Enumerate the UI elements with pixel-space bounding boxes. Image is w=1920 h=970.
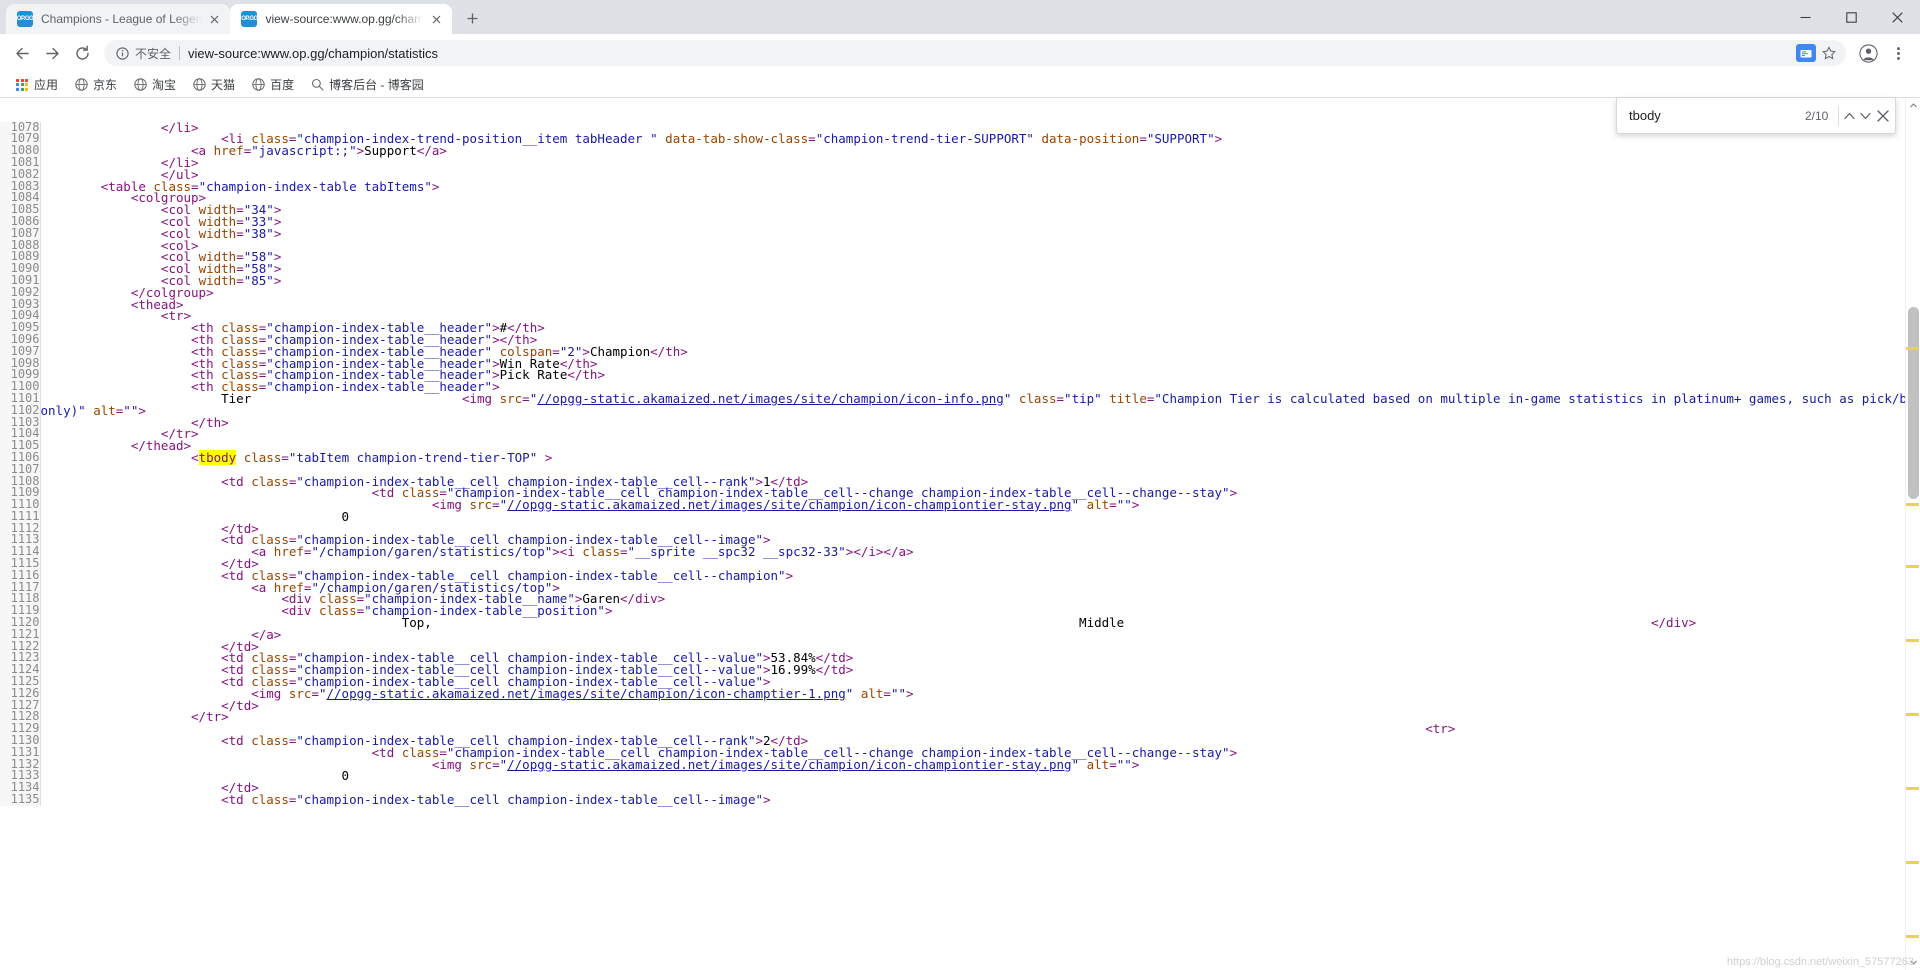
find-previous-button[interactable]: [1841, 102, 1858, 130]
tab-title: view-source:www.op.gg/cham: [265, 12, 424, 26]
bookmark-item-tmall[interactable]: 天猫: [185, 74, 242, 96]
omnibox-actions: [1788, 44, 1836, 62]
source-line[interactable]: </th>: [41, 417, 1906, 429]
source-line[interactable]: <col width="85">: [41, 275, 1906, 287]
find-divider: [1838, 106, 1839, 126]
globe-icon: [74, 78, 88, 92]
source-line[interactable]: <col width="33">: [41, 216, 1906, 228]
bookmark-label: 博客后台 - 博客园: [329, 76, 424, 93]
bookmark-label: 京东: [93, 76, 117, 93]
bookmark-label: 百度: [270, 76, 294, 93]
apps-grid-icon: [15, 78, 29, 92]
find-match-tick: [1906, 503, 1919, 506]
maximize-icon[interactable]: [1828, 0, 1874, 34]
source-line[interactable]: 0: [41, 511, 1906, 523]
bookmark-label: 淘宝: [152, 76, 176, 93]
info-circle-icon[interactable]: [114, 45, 130, 61]
globe-icon: [133, 78, 147, 92]
opgg-favicon-icon: OP.GG: [241, 11, 257, 27]
opgg-favicon-icon: OP.GG: [17, 11, 33, 27]
scrollbar-thumb[interactable]: [1908, 307, 1919, 499]
find-match-tick: [1906, 861, 1919, 864]
view-source-page: 1078107910801081108210831084108510861087…: [0, 98, 1920, 970]
source-table: 1078107910801081108210831084108510861087…: [0, 122, 1905, 806]
source-line[interactable]: <img src="//opgg-static.akamaized.net/im…: [41, 688, 1906, 700]
source-code-column[interactable]: </li> <li class="champion-index-trend-po…: [40, 122, 1905, 806]
source-line[interactable]: <td class="champion-index-table__cell ch…: [41, 794, 1906, 806]
source-line[interactable]: </tr>: [41, 428, 1906, 440]
source-line[interactable]: <a href="/champion/garen/statistics/top"…: [41, 546, 1906, 558]
search-icon: [310, 78, 324, 92]
find-match-tick: [1906, 347, 1919, 350]
tab-strip: OP.GG Champions - League of Legen OP.GG …: [0, 0, 1920, 34]
bookmark-item-taobao[interactable]: 淘宝: [126, 74, 183, 96]
source-line[interactable]: Tier <img src="//opgg-static.akamaized.n…: [41, 393, 1906, 405]
source-line[interactable]: <tbody class="tabItem champion-trend-tie…: [41, 452, 1906, 464]
find-match-count: 2/10: [1805, 109, 1838, 123]
bookmark-item-baidu[interactable]: 百度: [244, 74, 301, 96]
minimize-icon[interactable]: [1782, 0, 1828, 34]
find-close-button[interactable]: [1874, 102, 1891, 130]
vertical-scrollbar[interactable]: [1905, 98, 1920, 970]
bookmark-item-blog[interactable]: 博客后台 - 博客园: [303, 74, 431, 96]
source-code-viewport[interactable]: 1078107910801081108210831084108510861087…: [0, 98, 1905, 970]
source-line[interactable]: </li>: [41, 157, 1906, 169]
source-line[interactable]: <col>: [41, 240, 1906, 252]
bookmark-label: 应用: [34, 76, 58, 93]
find-match-tick: [1906, 713, 1919, 716]
source-line[interactable]: <col width="38">: [41, 228, 1906, 240]
source-line[interactable]: <table class="champion-index-table tabIt…: [41, 181, 1906, 193]
address-bar[interactable]: 不安全 view-source:www.op.gg/champion/stati…: [104, 40, 1846, 66]
find-next-button[interactable]: [1858, 102, 1875, 130]
window-close-icon[interactable]: [1874, 0, 1920, 34]
source-line[interactable]: Top, Middle </div>: [41, 617, 1906, 629]
line-number: 1135: [0, 794, 40, 806]
find-match-tick: [1906, 787, 1919, 790]
source-line[interactable]: <colgroup>: [41, 192, 1906, 204]
source-line[interactable]: </a>: [41, 629, 1906, 641]
source-line[interactable]: <a href="javascript:;">Support</a>: [41, 145, 1906, 157]
source-line[interactable]: </colgroup>: [41, 287, 1906, 299]
source-line[interactable]: 0: [41, 770, 1906, 782]
watermark-text: https://blog.csdn.net/weixin_57577263: [1727, 956, 1914, 968]
globe-icon: [251, 78, 265, 92]
profile-avatar-icon[interactable]: [1854, 39, 1882, 67]
new-tab-button[interactable]: [458, 4, 486, 32]
source-line[interactable]: only)" alt="">: [41, 405, 1906, 417]
close-icon[interactable]: [206, 11, 222, 27]
extension-badge-icon[interactable]: [1796, 44, 1816, 62]
source-line[interactable]: <col width="58">: [41, 251, 1906, 263]
reload-icon[interactable]: [68, 39, 96, 67]
find-bar: 2/10: [1616, 98, 1896, 134]
scroll-up-arrow-icon[interactable]: [1906, 98, 1920, 113]
find-input[interactable]: [1629, 108, 1805, 123]
browser-toolbar: 不安全 view-source:www.op.gg/champion/stati…: [0, 34, 1920, 72]
forward-icon[interactable]: [38, 39, 66, 67]
find-match-tick: [1906, 935, 1919, 938]
bookmark-item-jd[interactable]: 京东: [67, 74, 124, 96]
close-icon[interactable]: [428, 11, 444, 27]
chrome-menu-icon[interactable]: [1884, 39, 1912, 67]
line-number-gutter: 1078107910801081108210831084108510861087…: [0, 122, 40, 806]
tab-title: Champions - League of Legen: [41, 12, 202, 26]
url-text: view-source:www.op.gg/champion/statistic…: [188, 46, 438, 61]
window-controls: [1782, 0, 1920, 34]
source-line[interactable]: <col width="58">: [41, 263, 1906, 275]
browser-tab-0[interactable]: OP.GG Champions - League of Legen: [6, 4, 230, 34]
source-line[interactable]: <thead>: [41, 299, 1906, 311]
bookmarks-bar: 应用 京东 淘宝 天猫 百度 博客后台 - 博客园: [0, 72, 1920, 98]
source-line[interactable]: <col width="34">: [41, 204, 1906, 216]
bookmark-label: 天猫: [211, 76, 235, 93]
bookmark-star-icon[interactable]: [1822, 46, 1836, 60]
browser-tab-1[interactable]: OP.GG view-source:www.op.gg/cham: [230, 4, 452, 34]
back-icon[interactable]: [8, 39, 36, 67]
security-warning-label: 不安全: [135, 45, 171, 62]
source-line[interactable]: </td>: [41, 700, 1906, 712]
bookmark-item-apps[interactable]: 应用: [8, 74, 65, 96]
omnibox-divider: [179, 46, 180, 60]
find-match-tick: [1906, 565, 1919, 568]
globe-icon: [192, 78, 206, 92]
find-match-tick: [1906, 639, 1919, 642]
